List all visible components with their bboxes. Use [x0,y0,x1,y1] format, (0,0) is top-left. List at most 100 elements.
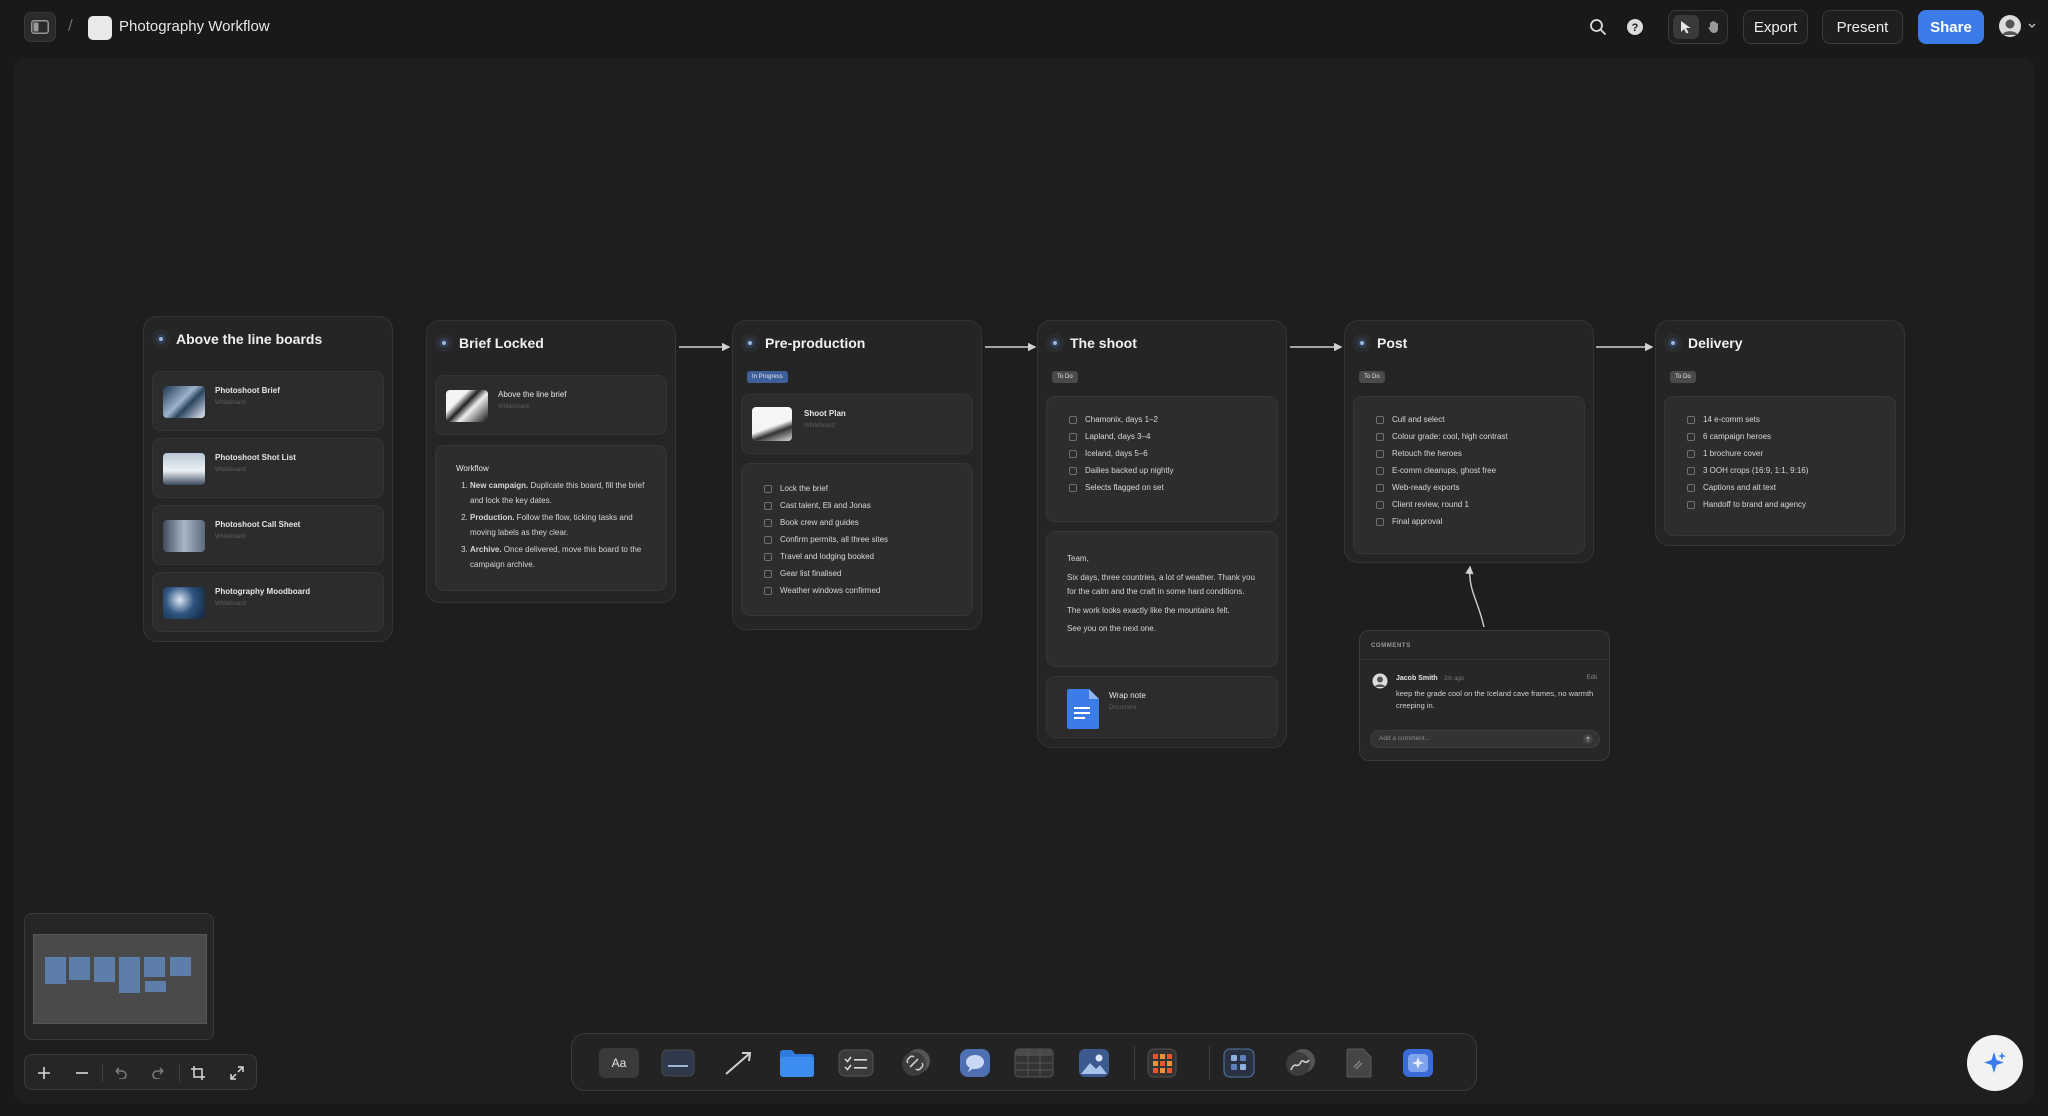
comment-input[interactable]: Add a comment... [1370,730,1600,748]
linked-board-card[interactable]: Above the line brief Whiteboard [435,375,667,435]
task-item[interactable]: Dailies backed up nightly [1069,462,1174,479]
checkbox[interactable] [1687,466,1695,475]
checkbox[interactable] [1376,500,1384,509]
comment-edit-link[interactable]: Edit [1587,675,1597,681]
task-item[interactable]: E-comm cleanups, ghost free [1376,462,1508,479]
board-the-shoot[interactable]: The shoot To Do Chamonix, days 1–2 Lapla… [1037,320,1287,748]
task-item[interactable]: Selects flagged on set [1069,479,1174,496]
board-pre-production[interactable]: Pre-production In Progress Shoot Plan Whi… [732,320,982,630]
document-card[interactable]: Wrap note Document [1046,676,1278,738]
task-item[interactable]: Confirm permits, all three sites [764,531,888,548]
task-list-card[interactable]: 14 e-comm sets 6 campaign heroes 1 broch… [1664,396,1896,536]
checkbox[interactable] [1376,466,1384,475]
checkbox[interactable] [764,501,772,510]
wrap-note-text[interactable]: Team, Six days, three countries, a lot o… [1046,531,1278,667]
checkbox[interactable] [1069,483,1077,492]
arrow-tool[interactable] [718,1045,758,1081]
task-item[interactable]: Captions and alt text [1687,479,1808,496]
note-tool[interactable] [658,1045,698,1081]
board-delivery[interactable]: Delivery To Do 14 e-comm sets 6 campaign… [1655,320,1905,546]
present-button[interactable]: Present [1822,10,1903,44]
checkbox[interactable] [1376,449,1384,458]
redo-button[interactable] [146,1060,172,1086]
workflow-note[interactable]: Workflow New campaign. Duplicate this bo… [435,445,667,591]
task-item[interactable]: 1 brochure cover [1687,445,1808,462]
link-tool[interactable] [896,1045,936,1081]
share-button[interactable]: Share [1918,10,1984,44]
ai-tool[interactable] [1398,1045,1438,1081]
task-item[interactable]: Lapland, days 3–4 [1069,428,1174,445]
status-badge[interactable]: In Progress [747,371,788,383]
export-button[interactable]: Export [1743,10,1808,44]
zoom-out-button[interactable] [69,1060,95,1086]
status-badge[interactable]: To Do [1670,371,1696,383]
minimap[interactable] [24,913,214,1040]
task-item[interactable]: Iceland, days 5–6 [1069,445,1174,462]
linked-board-card[interactable]: Photoshoot Brief Whiteboard [152,371,384,431]
folder-tool[interactable] [777,1045,817,1081]
status-badge[interactable]: To Do [1359,371,1385,383]
image-tool[interactable] [1074,1045,1114,1081]
help-button[interactable]: ? [1623,15,1647,39]
checkbox[interactable] [1687,415,1695,424]
checkbox[interactable] [1376,483,1384,492]
hand-mode-button[interactable] [1701,15,1727,39]
linked-board-card[interactable]: Photoshoot Shot List Whiteboard [152,438,384,498]
board-brief-locked[interactable]: Brief Locked Above the line brief Whitebo… [426,320,676,603]
task-list-card[interactable]: Cull and select Colour grade: cool, high… [1353,396,1585,554]
task-item[interactable]: 6 campaign heroes [1687,428,1808,445]
task-item[interactable]: Final approval [1376,513,1508,530]
checkbox[interactable] [764,569,772,578]
checkbox[interactable] [1376,415,1384,424]
task-item[interactable]: Colour grade: cool, high contrast [1376,428,1508,445]
task-item[interactable]: Cast talent, Eli and Jonas [764,497,888,514]
task-item[interactable]: Client review, round 1 [1376,496,1508,513]
linked-board-card[interactable]: Photoshoot Call Sheet Whiteboard [152,505,384,565]
file-tool[interactable] [1339,1045,1379,1081]
checkbox[interactable] [1069,415,1077,424]
checkbox[interactable] [764,484,772,493]
sidebar-toggle-button[interactable] [24,12,56,42]
task-item[interactable]: Book crew and guides [764,514,888,531]
checkbox[interactable] [764,518,772,527]
checkbox[interactable] [1069,466,1077,475]
send-icon[interactable] [1583,734,1593,744]
task-list-card[interactable]: Chamonix, days 1–2 Lapland, days 3–4 Ice… [1046,396,1278,522]
user-menu[interactable] [1998,14,2038,40]
task-item[interactable]: 14 e-comm sets [1687,411,1808,428]
zoom-in-button[interactable] [31,1060,57,1086]
pointer-mode-button[interactable] [1673,15,1699,39]
checkbox[interactable] [1069,432,1077,441]
board-above-the-line[interactable]: Above the line boards Photoshoot Brief Wh… [143,316,393,642]
task-item[interactable]: Handoff to brand and agency [1687,496,1808,513]
status-badge[interactable]: To Do [1052,371,1078,383]
draw-tool[interactable] [1280,1045,1320,1081]
page-title[interactable]: Photography Workflow [119,18,270,35]
checkbox[interactable] [1687,483,1695,492]
checkbox[interactable] [1069,449,1077,458]
checklist-tool[interactable] [836,1045,876,1081]
linked-board-card[interactable]: Photography Moodboard Whiteboard [152,572,384,632]
checkbox[interactable] [1376,432,1384,441]
checkbox[interactable] [1687,500,1695,509]
checkbox[interactable] [764,535,772,544]
task-item[interactable]: Cull and select [1376,411,1508,428]
task-item[interactable]: Retouch the heroes [1376,445,1508,462]
checkbox[interactable] [764,552,772,561]
checkbox[interactable] [1687,432,1695,441]
linked-board-card[interactable]: Shoot Plan Whiteboard [741,394,973,454]
task-item[interactable]: 3 OOH crops (16:9, 1:1, 9:16) [1687,462,1808,479]
task-list-card[interactable]: Lock the brief Cast talent, Eli and Jona… [741,463,973,616]
checkbox[interactable] [1376,517,1384,526]
search-button[interactable] [1586,15,1610,39]
comments-panel[interactable]: COMMENTS Jacob Smith 2m ago Edit keep th… [1359,630,1610,761]
table-tool[interactable] [1014,1045,1054,1081]
fullscreen-button[interactable] [224,1060,250,1086]
task-item[interactable]: Gear list finalised [764,565,888,582]
checkbox[interactable] [1687,449,1695,458]
fit-frame-button[interactable] [185,1060,211,1086]
task-item[interactable]: Weather windows confirmed [764,582,888,599]
comment-tool[interactable] [955,1045,995,1081]
text-tool[interactable]: Aa [599,1045,639,1081]
apps-tool[interactable] [1142,1045,1182,1081]
